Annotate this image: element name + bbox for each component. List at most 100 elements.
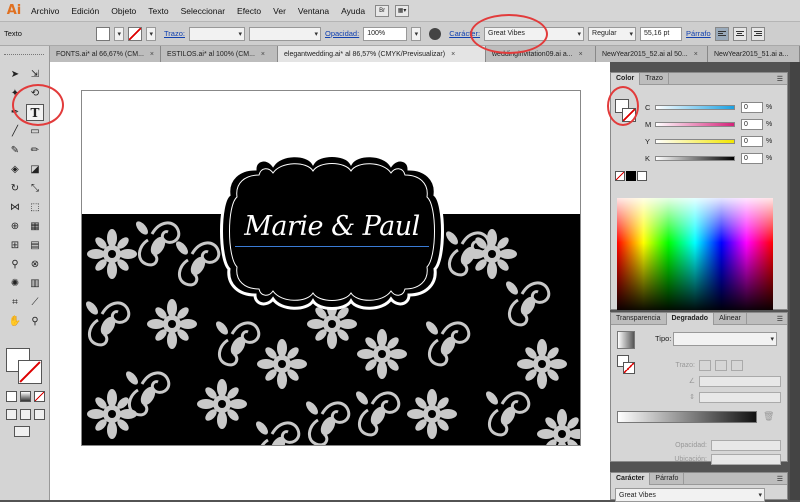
align-left-button[interactable] [714,26,729,41]
color-mode-button[interactable] [6,391,17,402]
perspective-grid-tool-icon[interactable]: ▦ [26,218,44,235]
hand-tool-icon[interactable]: ✋ [6,313,24,330]
blend-tool-icon[interactable]: ⊗ [26,256,44,273]
opacity-link[interactable]: Opacidad: [325,29,359,38]
close-icon[interactable]: × [261,51,265,58]
gradient-tool-icon[interactable]: ▤ [26,237,44,254]
stroke-weight-dropdown[interactable] [188,26,245,41]
cyan-value-field[interactable]: 0 [741,101,763,113]
color-spectrum[interactable] [617,198,773,310]
gradient-stroke-indicator[interactable] [617,355,635,375]
aspect-ratio-field[interactable] [699,391,781,403]
stroke-color-box[interactable] [18,360,42,384]
dock-side-strip[interactable] [790,62,800,500]
menu-ver[interactable]: Ver [267,6,292,16]
tab-transparencia[interactable]: Transparencia [611,312,667,325]
black-swatch[interactable] [626,171,636,181]
white-swatch[interactable] [637,171,647,181]
menu-ayuda[interactable]: Ayuda [335,6,371,16]
gradient-slider[interactable] [617,411,757,423]
rotate-tool-icon[interactable]: ↻ [6,180,24,197]
fill-dropdown-icon[interactable] [114,26,124,41]
column-graph-tool-icon[interactable]: ▥ [26,275,44,292]
draw-normal-icon[interactable] [6,409,17,420]
fill-swatch[interactable] [96,26,110,41]
direct-selection-tool-icon[interactable]: ⇲ [26,66,44,83]
menu-archivo[interactable]: Archivo [25,6,65,16]
variable-width-dropdown[interactable] [248,26,321,41]
tab-newyear51[interactable]: NewYear2015_51.ai a... [708,46,800,62]
none-mode-button[interactable] [34,391,45,402]
menu-edicion[interactable]: Edición [65,6,105,16]
tab-newyear52[interactable]: NewYear2015_52.ai al 50... × [596,46,708,62]
fill-stroke-indicator[interactable] [6,348,44,384]
yellow-slider[interactable] [655,138,735,144]
slice-tool-icon[interactable]: ⟋ [26,294,44,311]
close-icon[interactable]: × [451,51,455,58]
tab-color[interactable]: Color [611,72,641,85]
gradient-location-field[interactable] [711,453,781,465]
toolbar-grip[interactable] [4,54,44,56]
selection-tool-icon[interactable]: ➤ [6,66,24,83]
width-tool-icon[interactable]: ⋈ [6,199,24,216]
close-icon[interactable]: × [694,51,698,58]
artboard-tool-icon[interactable]: ⌗ [6,294,24,311]
tab-estilos[interactable]: ESTILOS.ai* al 100% (CM... × [161,46,278,62]
menu-objeto[interactable]: Objeto [105,6,142,16]
draw-behind-icon[interactable] [20,409,31,420]
stroke-gradient-option-icon[interactable] [699,359,711,371]
draw-inside-icon[interactable] [34,409,45,420]
shape-builder-tool-icon[interactable]: ⊕ [6,218,24,235]
document-canvas[interactable]: Marie & Paul [50,62,610,500]
tab-fonts[interactable]: FONTS.ai* al 66,67% (CM... × [50,46,161,62]
gradient-opacity-field[interactable] [711,439,781,451]
menu-seleccionar[interactable]: Seleccionar [175,6,231,16]
arrange-documents-icon[interactable]: ▦▾ [395,4,410,17]
magenta-value-field[interactable]: 0 [741,118,763,130]
name-label-frame[interactable]: Marie & Paul [215,151,449,313]
menu-efecto[interactable]: Efecto [231,6,267,16]
angle-field[interactable] [699,375,781,387]
tab-alinear[interactable]: Alinear [714,312,747,325]
tab-parrafo[interactable]: Párrafo [650,472,685,485]
font-size-field[interactable]: 55,16 pt [640,26,683,41]
tab-degradado[interactable]: Degradado [666,312,715,325]
zoom-tool-icon[interactable]: ⚲ [26,313,44,330]
close-icon[interactable]: × [579,51,583,58]
pencil-tool-icon[interactable]: ✏ [26,142,44,159]
recolor-icon[interactable] [429,27,442,40]
gradient-swatch[interactable] [617,331,635,349]
paragraph-link[interactable]: Párrafo [686,29,711,38]
panel-menu-icon[interactable]: ☰ [777,475,783,483]
cyan-slider[interactable] [655,104,735,110]
menu-ventana[interactable]: Ventana [292,6,335,16]
scale-tool-icon[interactable]: ⤡ [26,180,44,197]
mesh-tool-icon[interactable]: ⊞ [6,237,24,254]
bridge-icon[interactable]: Br [375,4,390,17]
blob-brush-tool-icon[interactable]: ◈ [6,161,24,178]
screen-mode-icon[interactable] [14,426,30,437]
eraser-tool-icon[interactable]: ◪ [26,161,44,178]
stroke-gradient-option-icon[interactable] [715,359,727,371]
trash-icon[interactable]: 🗑 [763,411,774,422]
align-center-button[interactable] [732,26,747,41]
font-style-dropdown[interactable]: Regular [588,26,637,41]
stroke-swatch[interactable] [128,26,142,41]
panel-menu-icon[interactable]: ☰ [777,315,783,323]
opacity-field[interactable]: 100% [363,26,408,41]
stroke-link[interactable]: Trazo: [164,29,185,38]
black-value-field[interactable]: 0 [741,152,763,164]
align-right-button[interactable] [750,26,765,41]
none-swatch[interactable] [615,171,625,181]
tab-elegantwedding[interactable]: elegantwedding.ai* al 86,57% (CMYK/Previ… [278,46,486,62]
line-tool-icon[interactable]: ╱ [6,123,24,140]
stroke-dropdown-icon[interactable] [146,26,156,41]
couple-name-text[interactable]: Marie & Paul [215,211,449,242]
tab-trazo[interactable]: Trazo [640,72,669,85]
symbol-sprayer-tool-icon[interactable]: ✺ [6,275,24,292]
yellow-value-field[interactable]: 0 [741,135,763,147]
paintbrush-tool-icon[interactable]: ✎ [6,142,24,159]
artboard[interactable]: Marie & Paul [81,90,581,446]
close-icon[interactable]: × [150,51,154,58]
gradient-stroke-mini[interactable] [623,362,635,374]
